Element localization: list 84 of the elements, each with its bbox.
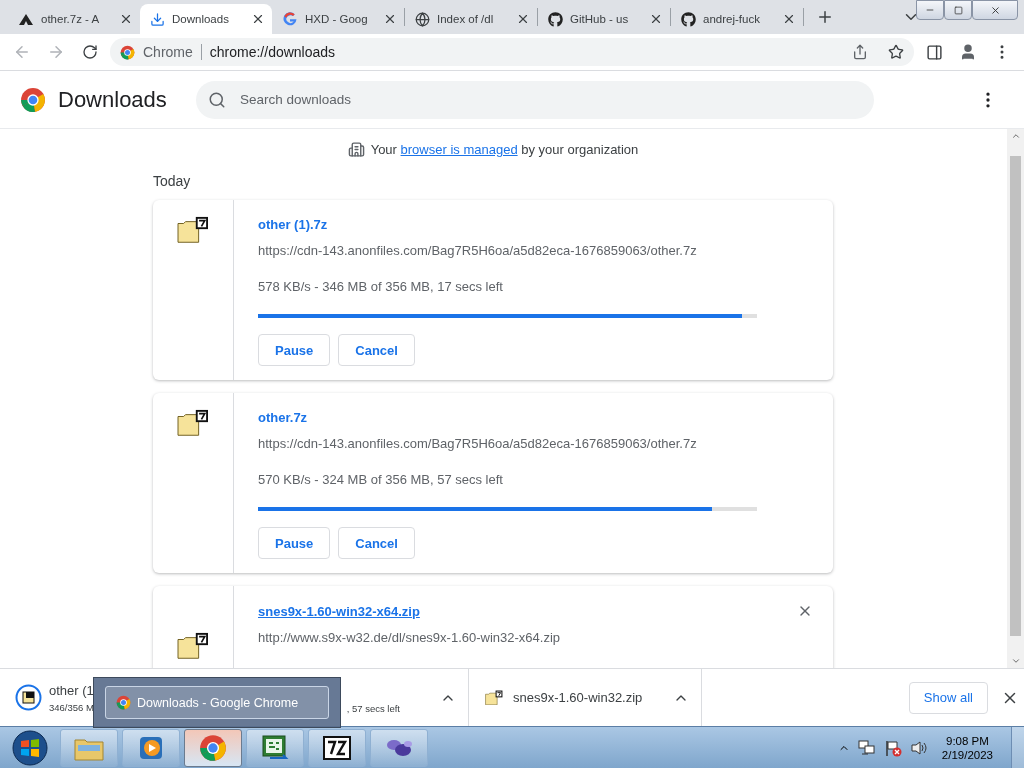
browser-tab[interactable]: andrej-fuck [671,4,803,34]
star-icon[interactable] [888,44,904,60]
flag-icon[interactable] [883,738,902,757]
start-button-icon[interactable] [12,729,48,766]
download-icon [150,11,165,27]
close-icon[interactable] [649,12,663,26]
source-url: https://cdn-143.anonfiles.com/Bag7R5H6oa/a5d82eca-1676859063/other.7z [258,243,698,258]
source-url: http://www.s9x-w32.de/dl/snes9x-1.60-win32-x64.zip [258,630,562,645]
shelf-status: 346/356 M [49,701,94,713]
section-heading: Today [153,173,192,189]
new-tab-icon[interactable] [816,8,834,26]
browser-tab[interactable]: HXD - Goog [272,4,404,34]
tab-title: other.7z - A [41,13,101,25]
close-icon[interactable] [383,12,397,26]
close-button[interactable] [972,0,1018,20]
archive-file-icon [177,409,209,437]
shelf-status: , 57 secs left [346,703,400,714]
side-panel-icon[interactable] [925,43,943,61]
profile-icon[interactable] [959,43,977,61]
shelf-file-name: other (1 [49,682,94,698]
close-icon [989,4,1001,16]
managed-notice: Your browser is managed by your organization [370,141,639,157]
archive-file-icon [485,689,503,706]
file-name-link[interactable]: other (1).7z [258,217,328,232]
archiver-icon [322,734,352,761]
taskbar-app[interactable] [246,728,304,767]
show-all-button[interactable]: Show all [908,681,988,714]
tab-title: HXD - Goog [305,13,369,25]
taskbar-app[interactable] [370,728,428,767]
search-input[interactable]: Search downloads [238,91,862,108]
taskbar-app[interactable] [308,728,366,767]
file-name-link[interactable]: snes9x-1.60-win32-x64.zip [258,603,420,619]
browser-tab[interactable]: Downloads [140,4,272,34]
tab-title: Downloads [172,13,230,25]
chrome-logo-icon [20,86,46,113]
globe-icon [415,11,430,27]
close-icon[interactable] [782,12,796,26]
chrome-icon [199,733,227,762]
clock[interactable]: 9:08 PM 2/19/2023 [941,734,993,761]
browser-tab[interactable]: Index of /dl [405,4,537,34]
close-icon[interactable] [119,12,133,26]
archive-file-icon [177,632,209,660]
tab-title: andrej-fuck [703,13,761,25]
google-icon [282,11,298,27]
code-editor-icon [260,733,290,762]
reload-icon[interactable] [82,44,98,60]
source-url: https://cdn-143.anonfiles.com/Bag7R5H6oa/a5d82eca-1676859063/other.7z [258,436,698,451]
close-icon[interactable] [251,12,265,26]
restore-button[interactable] [944,0,972,20]
scroll-up-icon[interactable] [1010,131,1021,141]
browser-tab[interactable]: other.7z - A [8,4,140,34]
building-icon [347,140,365,158]
search-icon [208,90,226,109]
close-icon[interactable] [516,12,530,26]
github-icon [548,11,563,27]
address-bar[interactable]: Chrome chrome://downloads [110,38,914,66]
download-status: 570 KB/s - 324 MB of 356 MB, 57 secs left [258,472,504,487]
action-button[interactable]: Pause [258,334,331,366]
chrome-icon [116,695,131,710]
scroll-down-icon[interactable] [1010,656,1021,666]
network-icon[interactable] [857,739,876,756]
tab-title: GitHub - us [570,13,630,25]
tab-title: Index of /dl [437,13,495,25]
progress-ring-icon [15,684,42,711]
site-label: Chrome [143,44,193,60]
file-name-link[interactable]: other.7z [258,410,308,425]
share-icon[interactable] [852,44,868,60]
managed-link[interactable]: browser is managed [400,141,518,157]
volume-icon[interactable] [909,739,928,756]
restore-icon [953,5,963,15]
search-field[interactable]: Search downloads [196,80,874,119]
archive-file-icon [177,216,209,244]
action-button[interactable]: Cancel [338,527,415,559]
shelf-file-name: snes9x-1.60-win32.zip [513,690,644,705]
download-status: 578 KB/s - 346 MB of 356 MB, 17 secs left [258,279,504,294]
window-preview-item[interactable]: Downloads - Google Chrome [105,686,329,719]
browser-tab[interactable]: GitHub - us [538,4,670,34]
url-text: chrome://downloads [209,44,336,60]
chrome-logo-icon [120,44,135,60]
action-button[interactable]: Pause [258,527,331,559]
page-title: Downloads [58,86,168,113]
github-icon [681,11,696,27]
scrollbar[interactable] [1007,129,1024,668]
action-button[interactable]: Cancel [338,334,415,366]
